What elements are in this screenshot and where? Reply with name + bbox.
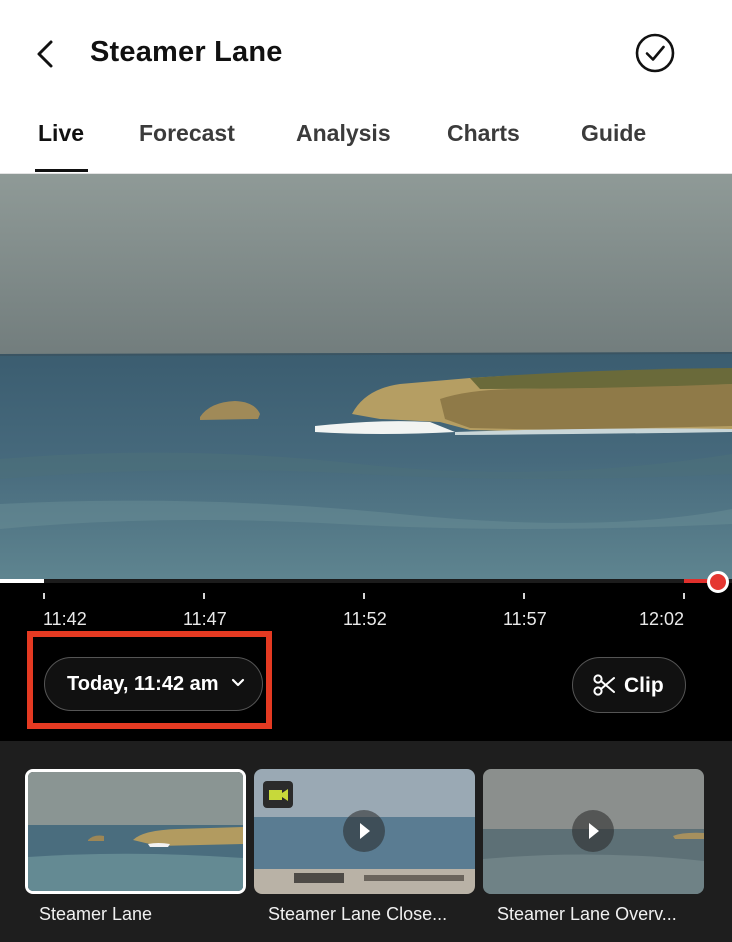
live-scrubber-handle[interactable] [707,571,729,593]
timeline-tick [43,593,45,599]
active-tab-indicator [35,169,88,172]
back-arrow-icon[interactable] [28,34,64,74]
timeline-played [0,579,44,583]
time-label: 12:02 [639,609,685,629]
tab-forecast[interactable]: Forecast [139,120,235,147]
camera-thumbnail[interactable] [25,769,246,894]
live-cam-video[interactable] [0,174,732,582]
tab-analysis[interactable]: Analysis [296,120,391,147]
clip-button[interactable]: Clip [572,657,686,713]
date-selector-label: Today, 11:42 am [67,672,219,695]
timeline-tick [203,593,205,599]
timeline-tick [683,593,685,599]
tab-live[interactable]: Live [38,120,84,147]
camera-label: Steamer Lane [39,904,153,924]
camera-thumbnail[interactable] [254,769,475,894]
tab-bar: Live Forecast Analysis Charts Guide [0,110,732,174]
camera-list: Steamer Lane Steamer Lane Close... Steam… [0,741,732,942]
app-header: Steamer Lane [0,0,732,110]
camera-thumbnail[interactable] [483,769,704,894]
chevron-down-icon [231,678,245,687]
tab-guide[interactable]: Guide [581,120,646,147]
clip-label: Clip [624,674,664,697]
page-title: Steamer Lane [90,36,283,68]
closeup-camera-icon [263,781,293,808]
timeline-tick [523,593,525,599]
timeline-panel: 11:42 11:47 11:52 11:57 12:02 Today, 11:… [0,571,732,741]
camera-label: Steamer Lane Overv... [497,904,677,924]
time-label: 11:42 [43,609,87,629]
camera-label: Steamer Lane Close... [268,904,448,924]
timeline-track[interactable] [0,579,732,583]
scissors-icon [593,674,615,696]
play-icon [572,810,614,852]
time-label: 11:47 [183,609,227,629]
timeline-tick [363,593,365,599]
check-circle-icon[interactable] [633,31,677,75]
play-icon [343,810,385,852]
time-label: 11:52 [343,609,387,629]
tab-charts[interactable]: Charts [447,120,520,147]
time-label: 11:57 [503,609,547,629]
date-selector-button[interactable]: Today, 11:42 am [44,657,263,711]
